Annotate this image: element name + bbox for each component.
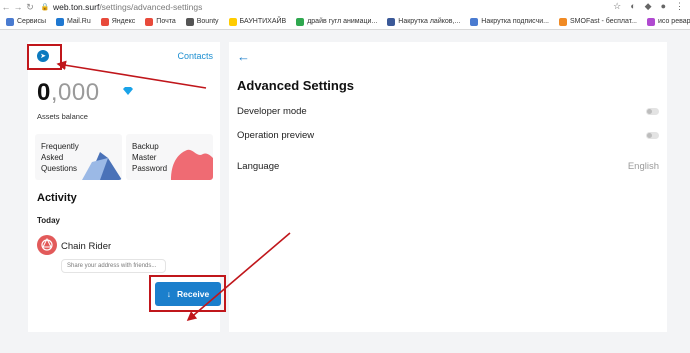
bookmark-item[interactable]: Mail.Ru	[56, 17, 91, 26]
backup-tile[interactable]: Backup Master Password	[126, 134, 213, 180]
faq-tile[interactable]: Frequently Asked Questions	[35, 134, 122, 180]
bookmark-item[interactable]: Сервисы	[6, 17, 47, 26]
contact-avatar	[37, 235, 57, 255]
shield-icon[interactable]: ◆	[645, 1, 652, 12]
bookmark-favicon-icon	[56, 17, 65, 26]
forward-nav-icon[interactable]: →	[12, 2, 24, 12]
bookmark-label: Накрутка лайков,...	[398, 18, 461, 25]
url-host: web.ton.surf	[53, 2, 100, 12]
bookmark-label: драйв гугл анимаци...	[307, 18, 378, 25]
back-nav-icon[interactable]: ←	[0, 2, 12, 12]
url-path: /settings/advanced-settings	[99, 2, 203, 12]
bookmark-label: Яндекс	[111, 18, 136, 25]
balance-int: 0	[37, 79, 51, 106]
operation-preview-toggle[interactable]	[646, 132, 659, 139]
bookmark-label: Bounty	[196, 18, 219, 25]
bookmark-label: Накрутка подписчи...	[481, 18, 549, 25]
reload-icon[interactable]: ↻	[24, 2, 36, 13]
bookmark-label: Сервисы	[17, 18, 47, 25]
profile-icon[interactable]: ●	[661, 1, 666, 12]
backup-tile-label: Backup Master Password	[132, 142, 168, 173]
bookmark-label: БАУНТИХАЙВ	[239, 18, 287, 25]
annotation-box-logo	[27, 44, 62, 70]
back-arrow-icon[interactable]: ←	[237, 50, 250, 63]
bookmark-favicon-icon	[470, 17, 479, 26]
bookmark-favicon-icon	[100, 17, 109, 26]
balance-label: Assets balance	[37, 112, 88, 121]
menu-icon[interactable]: ⋮	[675, 1, 684, 12]
language-label: Language	[237, 161, 280, 172]
faq-illustration-icon	[82, 152, 122, 180]
bookmark-item[interactable]: SMOFast - бесплат...	[559, 17, 637, 26]
page-content: ➤ Contacts 0,000 Assets balance Frequent…	[0, 30, 690, 353]
today-label: Today	[37, 216, 60, 225]
bookmark-item[interactable]: Накрутка подписчи...	[470, 17, 549, 26]
bookmark-favicon-icon	[185, 17, 194, 26]
bookmarks-bar: Сервисы Mail.Ru Яндекс Почта Bounty БАУНТИХАЙ…	[0, 14, 690, 30]
address-bar: ← → ↻ 🔒 web.ton.surf/settings/advanced-s…	[0, 0, 690, 14]
settings-panel: ← Advanced Settings Developer mode Opera…	[229, 42, 667, 332]
star-icon[interactable]: ☆	[613, 1, 621, 12]
bookmark-item[interactable]: исо ревард	[646, 17, 690, 26]
bookmark-label: Mail.Ru	[67, 18, 91, 25]
bookmark-favicon-icon	[145, 17, 154, 26]
url-field[interactable]: web.ton.surf/settings/advanced-settings	[53, 2, 202, 12]
extension-icon[interactable]: ◐	[630, 1, 635, 12]
bookmark-item[interactable]: Накрутка лайков,...	[387, 17, 461, 26]
bookmark-favicon-icon	[646, 17, 655, 26]
bookmark-item[interactable]: Яндекс	[100, 17, 136, 26]
balance-value: 0,000	[37, 79, 100, 107]
activity-heading: Activity	[37, 192, 77, 204]
developer-mode-label: Developer mode	[237, 106, 307, 117]
bookmark-favicon-icon	[6, 17, 14, 26]
bookmark-favicon-icon	[559, 17, 567, 26]
annotation-box-receive	[149, 275, 226, 312]
contacts-link[interactable]: Contacts	[177, 51, 213, 61]
diamond-icon	[123, 87, 133, 95]
avatar-pattern-icon	[41, 237, 53, 251]
bookmark-label: Почта	[156, 18, 176, 25]
page-title: Advanced Settings	[237, 78, 355, 93]
contact-name[interactable]: Chain Rider	[61, 241, 111, 252]
bookmark-item[interactable]: Bounty	[185, 17, 219, 26]
operation-preview-label: Operation preview	[237, 130, 315, 141]
bookmark-item[interactable]: Почта	[145, 17, 176, 26]
share-address-input[interactable]: Share your address with friends...	[61, 259, 166, 273]
backup-illustration-icon	[171, 149, 213, 180]
bookmark-favicon-icon	[296, 17, 305, 26]
bookmark-favicon-icon	[387, 17, 396, 26]
bookmark-item[interactable]: БАУНТИХАЙВ	[228, 17, 287, 26]
bookmark-favicon-icon	[228, 17, 237, 26]
balance-decimals: ,000	[50, 79, 100, 106]
developer-mode-toggle[interactable]	[646, 108, 659, 115]
bookmark-label: исо ревард	[657, 18, 690, 25]
bookmark-item[interactable]: драйв гугл анимаци...	[296, 17, 378, 26]
lock-icon: 🔒	[40, 4, 50, 11]
language-value[interactable]: English	[628, 161, 659, 172]
bookmark-label: SMOFast - бесплат...	[570, 18, 637, 25]
